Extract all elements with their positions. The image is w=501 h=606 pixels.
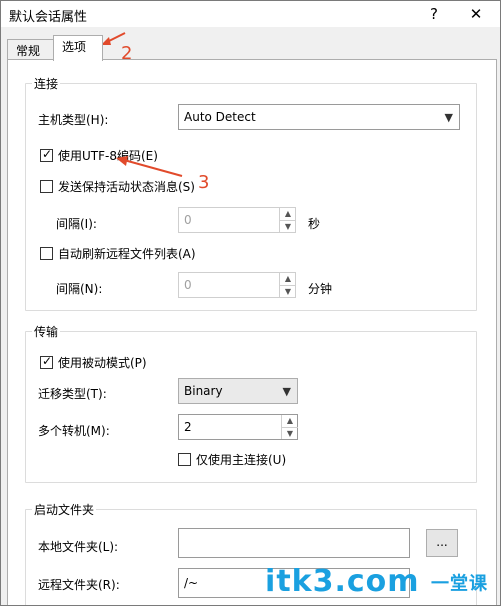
interval2-label: 间隔(N): — [56, 282, 103, 296]
spin-up-icon[interactable]: ▲ — [282, 415, 298, 427]
chevron-down-icon: ▼ — [282, 385, 291, 398]
host-type-select[interactable]: Auto Detect ▼ — [178, 104, 460, 130]
checkmark-icon: ✓ — [42, 147, 53, 161]
local-folder-label: 本地文件夹(L): — [38, 540, 119, 554]
interval1-label: 间隔(I): — [56, 217, 97, 231]
keepalive-label: 发送保持活动状态消息(S) — [58, 180, 195, 194]
multi-transfer-label: 多个转机(M): — [38, 424, 110, 438]
passive-label: 使用被动模式(P) — [58, 356, 147, 370]
spin-down-icon[interactable]: ▼ — [282, 427, 298, 439]
transfer-type-value: Binary — [184, 384, 223, 398]
browse-local-button[interactable]: ... — [426, 529, 458, 557]
transfer-type-select[interactable]: Binary ▼ — [178, 378, 298, 404]
annotation-3: 3 — [198, 172, 210, 193]
passive-checkbox[interactable]: ✓ — [40, 354, 53, 369]
spin-up-icon[interactable]: ▲ — [280, 208, 296, 220]
spin-down-icon[interactable]: ▼ — [280, 285, 296, 297]
transfer-group: 传输 ✓ 使用被动模式(P) 迁移类型(T): Binary ▼ 多个转机(M)… — [25, 323, 477, 483]
transfer-type-label: 迁移类型(T): — [38, 387, 107, 401]
checkmark-icon: ✓ — [42, 354, 53, 368]
local-folder-input[interactable] — [178, 528, 410, 558]
keepalive-checkbox[interactable] — [40, 180, 53, 193]
window-title: 默认会话属性 — [9, 10, 88, 25]
spinner-arrows: ▲ ▼ — [279, 273, 296, 297]
interval1-unit: 秒 — [308, 217, 321, 231]
connection-group: 连接 主机类型(H): Auto Detect ▼ ✓ 使用UTF-8编码(E)… — [25, 75, 477, 311]
spinner-arrows: ▲ ▼ — [279, 208, 296, 232]
session-properties-dialog: 默认会话属性 ? ✕ 常规 选项 2 连接 主机类型(H): Auto Dete… — [0, 0, 501, 606]
autorefresh-label: 自动刷新远程文件列表(A) — [58, 247, 196, 261]
interval2-unit: 分钟 — [308, 282, 333, 296]
multi-transfer-spinner[interactable]: 2 ▲ ▼ — [178, 414, 298, 440]
watermark-cn: 一堂课 — [431, 573, 488, 595]
spin-up-icon[interactable]: ▲ — [280, 273, 296, 285]
options-panel: 连接 主机类型(H): Auto Detect ▼ ✓ 使用UTF-8编码(E)… — [7, 59, 497, 605]
tab-general[interactable]: 常规 — [7, 39, 55, 61]
startup-group-title: 启动文件夹 — [32, 501, 97, 518]
interval2-value: 0 — [184, 278, 192, 292]
spinner-arrows: ▲ ▼ — [281, 415, 298, 439]
close-button[interactable]: ✕ — [461, 3, 491, 25]
primary-only-checkbox[interactable] — [178, 453, 191, 466]
watermark-text: itk3.com — [265, 564, 420, 599]
primary-only-label: 仅使用主连接(U) — [196, 453, 287, 467]
help-button[interactable]: ? — [419, 3, 449, 25]
interval1-value: 0 — [184, 213, 192, 227]
spin-down-icon[interactable]: ▼ — [280, 220, 296, 232]
watermark-logo: itk3.com 一堂课 — [265, 564, 488, 599]
autorefresh-checkbox[interactable] — [40, 247, 53, 260]
connection-group-title: 连接 — [32, 75, 61, 92]
host-type-value: Auto Detect — [184, 110, 256, 124]
chevron-down-icon: ▼ — [444, 111, 453, 124]
title-bar: 默认会话属性 ? ✕ — [1, 1, 500, 27]
transfer-group-title: 传输 — [32, 323, 61, 340]
interval2-spinner[interactable]: 0 ▲ ▼ — [178, 272, 296, 298]
tab-options[interactable]: 选项 — [53, 35, 103, 61]
remote-folder-value: /~ — [184, 576, 199, 590]
host-type-label: 主机类型(H): — [38, 113, 109, 127]
utf8-checkbox[interactable]: ✓ — [40, 147, 53, 162]
remote-folder-label: 远程文件夹(R): — [38, 578, 120, 592]
multi-transfer-value: 2 — [184, 420, 192, 434]
annotation-arrow-icon — [116, 156, 183, 177]
interval1-spinner[interactable]: 0 ▲ ▼ — [178, 207, 296, 233]
